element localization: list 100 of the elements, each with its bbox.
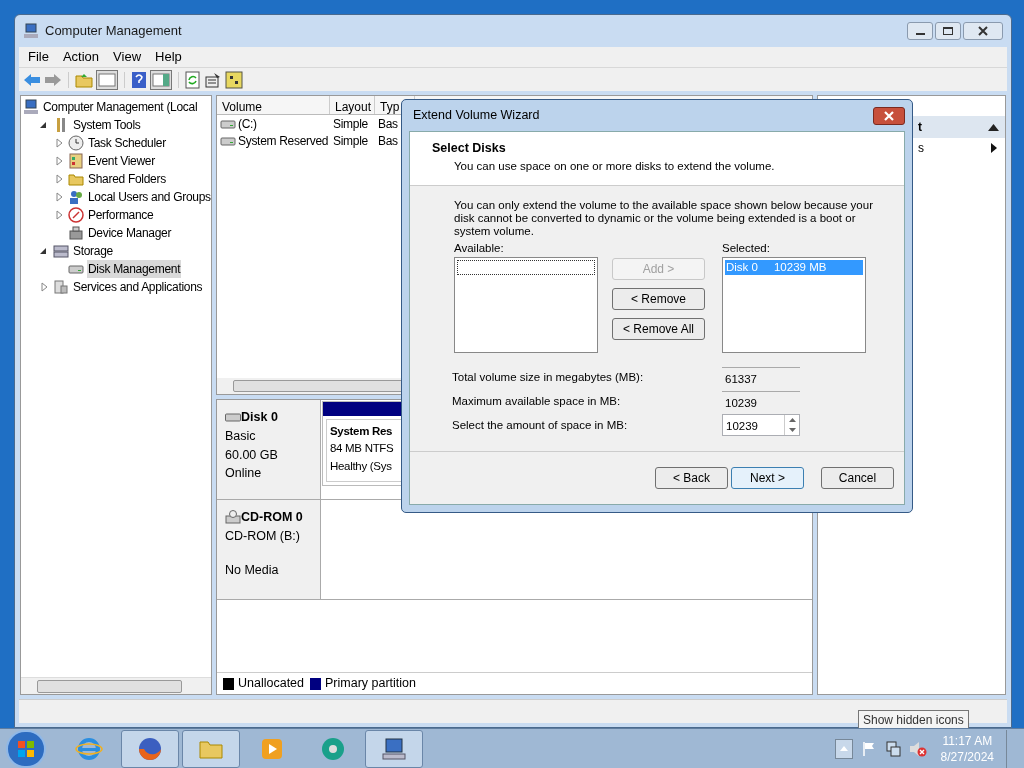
taskbar-button[interactable] [182,729,240,768]
maximize-button[interactable] [935,22,961,40]
menu-item[interactable]: Action [57,47,105,67]
dialog-button[interactable]: < Back [655,467,728,489]
gauge-icon [68,207,84,223]
start-button[interactable] [6,729,46,768]
disk-name: CD-ROM 0 [241,509,303,526]
tree-item[interactable]: Performance [87,206,155,224]
refresh-icon[interactable] [185,70,201,89]
dialog-button[interactable]: < Remove [612,288,705,310]
tree-item[interactable]: System Tools [72,116,142,134]
grid-icon[interactable] [225,70,243,89]
expand-arrow-icon[interactable] [38,281,50,293]
console-tree-icon[interactable] [96,69,118,90]
expand-arrow-icon[interactable] [53,173,65,185]
disk-drive-icon [225,412,241,423]
partition-detail: 84 MB NTFS [330,441,395,457]
field-label: Select the amount of space in MB: [452,417,629,433]
collapse-arrow-icon[interactable] [988,123,999,131]
table-cell-text: Simple [333,132,368,150]
action-pane-icon[interactable] [150,69,172,90]
list-label: Selected: [722,241,771,256]
properties-icon[interactable] [204,70,222,89]
disk-name: Disk 0 [726,260,758,276]
table-cell-text: System Reserved [238,132,329,150]
tree-item[interactable]: Services and Applications [72,278,204,296]
expand-arrow-icon[interactable] [53,191,65,203]
dialog-title: Extend Volume Wizard [413,107,540,125]
expand-arrow-icon[interactable] [53,209,65,221]
up-arrow-icon [839,746,848,751]
windows-logo-icon [17,739,35,758]
tree-item[interactable]: Task Scheduler [87,134,167,152]
list-label: Available: [454,241,505,256]
legend-label: Unallocated [238,675,304,693]
minimize-button[interactable] [907,22,933,40]
tree-item[interactable]: Local Users and Groups [87,188,211,206]
cd-drive-icon [225,510,241,525]
disk-size: 10239 MB [773,260,827,276]
forward-arrow-icon[interactable] [44,72,62,87]
close-button[interactable] [963,22,1003,40]
muted-speaker-icon[interactable] [908,740,927,757]
tooltip: Show hidden icons [858,710,969,730]
window-title: Computer Management [45,22,182,41]
storage-icon [53,243,69,259]
dialog-button[interactable]: Cancel [821,467,894,489]
disk-name: Disk 0 [241,409,278,426]
tree-item[interactable]: Storage [72,242,114,260]
readonly-field: 61337 [722,367,800,388]
table-cell-text: (C:) [238,115,257,133]
tree-item[interactable]: Event Viewer [87,152,156,170]
available-disks-list[interactable] [454,257,598,354]
expand-arrow-icon[interactable] [53,137,65,149]
menu-item[interactable]: View [108,47,147,67]
spinner-field[interactable]: 10239 [722,414,800,437]
tree-item[interactable]: Disk Management [87,260,182,278]
legend-label: Primary partition [325,675,416,693]
close-icon [978,26,988,36]
menu-item[interactable]: File [23,47,54,67]
tree-item[interactable]: Shared Folders [87,170,167,188]
device-icon [68,225,84,241]
disk-detail: No Media [225,561,280,579]
submenu-arrow-icon [991,143,997,153]
actions-pane-entry[interactable]: s [918,139,924,157]
disk-detail: Basic [225,427,257,445]
taskbar-button[interactable] [121,729,179,768]
users-icon [68,189,84,205]
column-header[interactable]: Layout [330,96,375,114]
table-cell-text: Bas [378,115,398,133]
close-button[interactable] [873,106,905,125]
partition-detail: Healthy (Sys [330,458,393,474]
menu-item[interactable]: Help [150,47,187,67]
network-icon[interactable] [884,740,901,757]
disk-detail: CD-ROM (B:) [225,527,301,545]
expand-arrow-icon[interactable] [53,155,65,167]
tree-item[interactable]: Computer Management (Local [42,98,199,116]
services-icon [53,279,69,295]
disk-detail: Online [225,465,263,483]
actions-header-text: t [918,119,922,136]
close-icon [884,110,894,121]
show-hidden-icons-button[interactable] [834,738,853,759]
folder-icon [68,171,84,187]
dialog-button[interactable]: Next > [731,467,804,489]
horizontal-scrollbar[interactable] [21,677,211,694]
wizard-subtitle: You can use space on one or more disks to extend the volume. [453,158,776,174]
tree-item[interactable]: Device Manager [87,224,173,242]
partition-title: System Res [330,424,394,439]
readonly-field: 10239 [722,391,800,412]
computer-icon [23,23,39,39]
clock-icon [68,135,84,151]
taskbar-button[interactable] [365,729,423,768]
computer-icon [23,99,39,115]
table-cell-text: Simple [333,115,368,133]
disk-detail: 60.00 GB [225,446,279,464]
flag-icon[interactable] [860,740,877,757]
column-header[interactable]: Volume [217,96,330,114]
wizard-heading: Select Disks [432,140,507,157]
dialog-button[interactable]: < Remove All [612,318,705,340]
help-icon[interactable] [131,70,147,89]
wizard-note: You can only extend the volume to the available space shown below because your disk cannot be converted to dynamic or the volume being extended is a boot or system volume. [454,199,874,238]
back-arrow-icon[interactable] [23,72,41,87]
